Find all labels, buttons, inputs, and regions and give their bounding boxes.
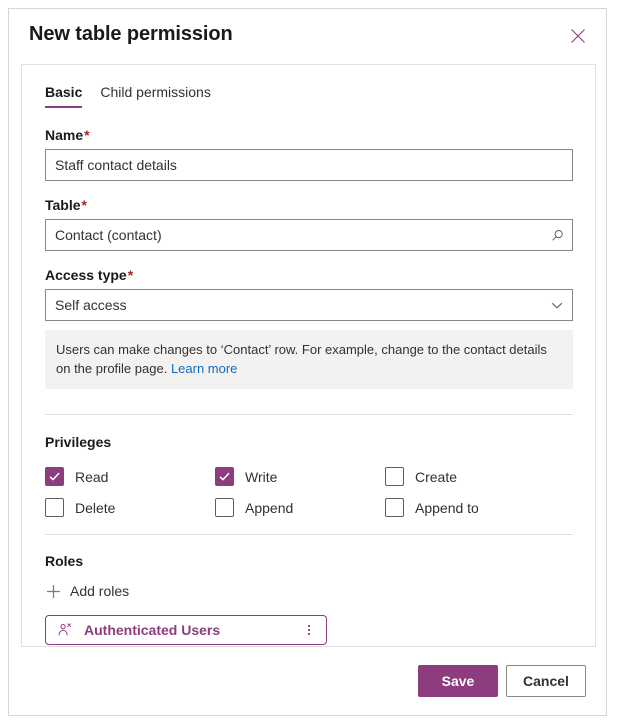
checkbox-read-box[interactable] xyxy=(45,467,64,486)
tab-child-permissions[interactable]: Child permissions xyxy=(100,84,210,108)
tab-basic[interactable]: Basic xyxy=(45,84,83,108)
new-table-permission-panel: New table permission Basic Child permiss… xyxy=(8,8,607,716)
plus-icon xyxy=(45,583,61,599)
checkbox-append-to-box[interactable] xyxy=(385,498,404,517)
table-input-value[interactable]: Contact (contact) xyxy=(46,227,542,243)
roles-title: Roles xyxy=(45,553,84,569)
panel-footer: Save Cancel xyxy=(9,647,606,715)
name-label-text: Name xyxy=(45,127,84,143)
access-type-label: Access type* xyxy=(45,267,573,283)
privilege-checkbox-append[interactable]: Append xyxy=(215,498,385,517)
name-input-value[interactable]: Staff contact details xyxy=(46,157,572,173)
privilege-label-read: Read xyxy=(75,468,109,485)
table-required-marker: * xyxy=(81,197,87,213)
privilege-label-delete: Delete xyxy=(75,499,116,516)
tab-list: Basic Child permissions xyxy=(45,84,211,108)
privilege-label-append: Append xyxy=(245,499,294,516)
add-roles-button[interactable]: Add roles xyxy=(45,583,129,599)
checkbox-create-box[interactable] xyxy=(385,467,404,486)
access-type-select[interactable]: Self access xyxy=(45,289,573,321)
table-label-text: Table xyxy=(45,197,81,213)
role-chip-label: Authenticated Users xyxy=(84,621,221,638)
cancel-button[interactable]: Cancel xyxy=(506,665,586,697)
checkbox-delete-box[interactable] xyxy=(45,498,64,517)
name-input[interactable]: Staff contact details xyxy=(45,149,573,181)
tab-child-permissions-label: Child permissions xyxy=(100,84,211,100)
privilege-checkbox-append-to[interactable]: Append to xyxy=(385,498,555,517)
access-type-required-marker: * xyxy=(127,267,134,283)
search-icon[interactable] xyxy=(542,228,572,243)
privilege-label-create: Create xyxy=(415,468,458,485)
panel-header: New table permission xyxy=(9,9,606,61)
privilege-checkbox-delete[interactable]: Delete xyxy=(45,498,215,517)
privilege-checkbox-read[interactable]: Read xyxy=(45,467,215,486)
table-label: Table* xyxy=(45,197,573,213)
access-type-description: Users can make changes to ‘Contact’ row.… xyxy=(45,330,573,389)
footer-actions: Save Cancel xyxy=(418,665,586,697)
privileges-title: Privileges xyxy=(45,434,112,450)
checkbox-write-box[interactable] xyxy=(215,467,234,486)
page-title: New table permission xyxy=(29,23,233,45)
save-button[interactable]: Save xyxy=(418,665,498,697)
roles-section: Roles Add roles Authenticated Users xyxy=(45,553,573,645)
privilege-label-write: Write xyxy=(245,468,278,485)
privilege-checkbox-write[interactable]: Write xyxy=(215,467,385,486)
access-type-selected-value[interactable]: Self access xyxy=(46,297,542,313)
access-type-label-text: Access type xyxy=(45,267,127,283)
person-role-icon xyxy=(56,621,73,638)
close-button[interactable] xyxy=(564,22,592,50)
role-chip-authenticated-users[interactable]: Authenticated Users xyxy=(45,614,327,645)
more-vertical-icon[interactable] xyxy=(301,622,317,638)
access-type-field-group: Access type* Self access xyxy=(45,267,573,321)
roles-divider xyxy=(45,534,573,535)
chevron-down-icon[interactable] xyxy=(542,298,572,312)
privileges-grid: Read Write Create Delete Append Append t… xyxy=(45,467,573,517)
add-roles-label: Add roles xyxy=(70,583,130,599)
privileges-section: Privileges Read Write Create Delete Appe… xyxy=(45,434,573,517)
access-type-description-text: Users can make changes to ‘Contact’ row.… xyxy=(56,342,547,376)
form-body: Name* Staff contact details Table* Conta… xyxy=(45,127,573,645)
permission-form-card: Basic Child permissions Name* Staff cont… xyxy=(21,64,596,647)
checkbox-append-box[interactable] xyxy=(215,498,234,517)
table-field-group: Table* Contact (contact) xyxy=(45,197,573,251)
close-icon xyxy=(570,28,586,44)
name-label: Name* xyxy=(45,127,573,143)
name-required-marker: * xyxy=(84,127,90,143)
privileges-divider xyxy=(45,414,573,415)
privilege-checkbox-create[interactable]: Create xyxy=(385,467,555,486)
name-field-group: Name* Staff contact details xyxy=(45,127,573,181)
tab-basic-label: Basic xyxy=(45,84,83,100)
privilege-label-append-to: Append to xyxy=(415,499,479,516)
learn-more-link[interactable]: Learn more xyxy=(171,361,237,376)
table-lookup-input[interactable]: Contact (contact) xyxy=(45,219,573,251)
